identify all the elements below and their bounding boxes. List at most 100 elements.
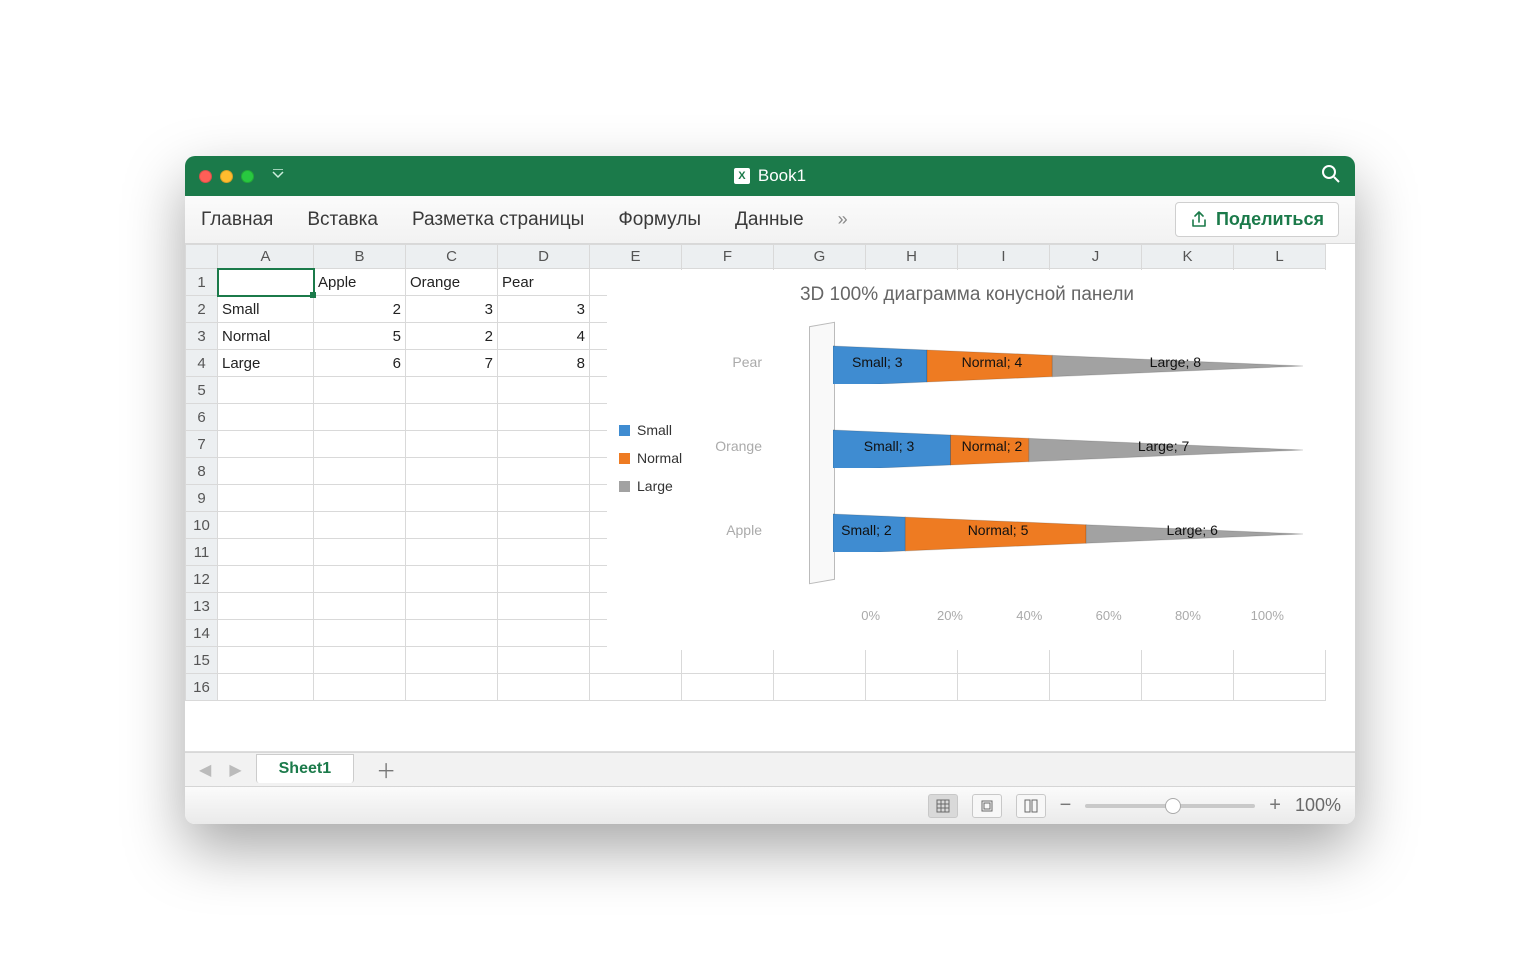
cell[interactable]: 3 [498, 296, 590, 323]
column-header[interactable]: I [958, 245, 1050, 269]
cell[interactable]: 4 [498, 323, 590, 350]
cell[interactable] [314, 566, 406, 593]
cell[interactable] [406, 458, 498, 485]
cell[interactable] [682, 674, 774, 701]
cell[interactable] [406, 620, 498, 647]
ribbon-tab-layout[interactable]: Разметка страницы [412, 209, 584, 231]
cell[interactable]: Normal [218, 323, 314, 350]
cell[interactable]: Orange [406, 269, 498, 296]
cell[interactable] [498, 593, 590, 620]
cell[interactable] [218, 377, 314, 404]
column-header[interactable]: F [682, 245, 774, 269]
cell[interactable] [314, 674, 406, 701]
cell[interactable] [498, 512, 590, 539]
cell[interactable] [314, 404, 406, 431]
cell[interactable] [498, 539, 590, 566]
cell[interactable]: 6 [314, 350, 406, 377]
ribbon-tab-insert[interactable]: Вставка [307, 209, 378, 231]
cell[interactable] [498, 377, 590, 404]
row-header[interactable]: 12 [186, 566, 218, 593]
cell[interactable] [958, 674, 1050, 701]
row-header[interactable]: 15 [186, 647, 218, 674]
cell[interactable] [590, 674, 682, 701]
cell[interactable] [218, 404, 314, 431]
cell[interactable]: Apple [314, 269, 406, 296]
view-normal-button[interactable] [928, 794, 958, 818]
row-header[interactable]: 1 [186, 269, 218, 296]
cell[interactable] [682, 647, 774, 674]
row-header[interactable]: 11 [186, 539, 218, 566]
cell[interactable]: 2 [406, 323, 498, 350]
cell[interactable] [314, 458, 406, 485]
cell[interactable] [218, 485, 314, 512]
cell[interactable] [314, 377, 406, 404]
cell[interactable] [1234, 674, 1326, 701]
customize-toolbar-icon[interactable] [272, 169, 284, 184]
ribbon-more-icon[interactable]: » [838, 209, 848, 230]
worksheet-area[interactable]: ABCDEFGHIJKL 1AppleOrangePear2Small2333N… [185, 244, 1355, 752]
column-header[interactable]: B [314, 245, 406, 269]
cell[interactable]: 3 [406, 296, 498, 323]
cell[interactable] [218, 620, 314, 647]
cell[interactable] [218, 431, 314, 458]
cell[interactable] [406, 431, 498, 458]
fullscreen-window-button[interactable] [241, 170, 254, 183]
column-header[interactable]: D [498, 245, 590, 269]
column-header[interactable]: K [1142, 245, 1234, 269]
cell[interactable]: Pear [498, 269, 590, 296]
row-header[interactable]: 2 [186, 296, 218, 323]
sheet-nav-next-icon[interactable]: ▶ [225, 760, 245, 780]
cell[interactable] [406, 566, 498, 593]
search-icon[interactable] [1321, 164, 1341, 189]
cell[interactable] [218, 647, 314, 674]
cell[interactable] [218, 269, 314, 296]
minimize-window-button[interactable] [220, 170, 233, 183]
row-header[interactable]: 16 [186, 674, 218, 701]
row-header[interactable]: 10 [186, 512, 218, 539]
cell[interactable] [958, 647, 1050, 674]
ribbon-tab-formulas[interactable]: Формулы [618, 209, 701, 231]
cell[interactable] [406, 647, 498, 674]
cell[interactable] [1142, 674, 1234, 701]
cell[interactable]: 2 [314, 296, 406, 323]
cell[interactable]: 5 [314, 323, 406, 350]
row-header[interactable]: 3 [186, 323, 218, 350]
row-header[interactable]: 6 [186, 404, 218, 431]
cell[interactable] [1050, 647, 1142, 674]
column-header[interactable]: C [406, 245, 498, 269]
cell[interactable]: Large [218, 350, 314, 377]
column-header[interactable]: G [774, 245, 866, 269]
zoom-slider[interactable] [1085, 804, 1255, 808]
row-header[interactable]: 4 [186, 350, 218, 377]
cell[interactable] [406, 512, 498, 539]
cell[interactable] [774, 647, 866, 674]
zoom-in-button[interactable]: + [1269, 794, 1281, 817]
sheet-tab-active[interactable]: Sheet1 [256, 754, 354, 783]
cell[interactable]: Small [218, 296, 314, 323]
cell[interactable] [498, 458, 590, 485]
cell[interactable] [314, 593, 406, 620]
cell[interactable] [314, 539, 406, 566]
cell[interactable] [498, 431, 590, 458]
cell[interactable] [498, 674, 590, 701]
zoom-slider-knob[interactable] [1165, 798, 1181, 814]
cell[interactable] [314, 431, 406, 458]
column-header[interactable]: E [590, 245, 682, 269]
embedded-chart[interactable]: 3D 100% диаграмма конусной панели Small … [607, 270, 1327, 650]
row-header[interactable]: 8 [186, 458, 218, 485]
cell[interactable] [1050, 674, 1142, 701]
cell[interactable] [1142, 647, 1234, 674]
cell[interactable] [218, 512, 314, 539]
row-header[interactable]: 9 [186, 485, 218, 512]
cell[interactable] [498, 620, 590, 647]
cell[interactable] [218, 593, 314, 620]
cell[interactable] [218, 674, 314, 701]
view-page-break-button[interactable] [1016, 794, 1046, 818]
row-header[interactable]: 5 [186, 377, 218, 404]
cell[interactable] [498, 404, 590, 431]
cell[interactable] [314, 512, 406, 539]
cell[interactable] [406, 404, 498, 431]
ribbon-tab-data[interactable]: Данные [735, 209, 804, 231]
cell[interactable] [1234, 647, 1326, 674]
cell[interactable] [866, 674, 958, 701]
